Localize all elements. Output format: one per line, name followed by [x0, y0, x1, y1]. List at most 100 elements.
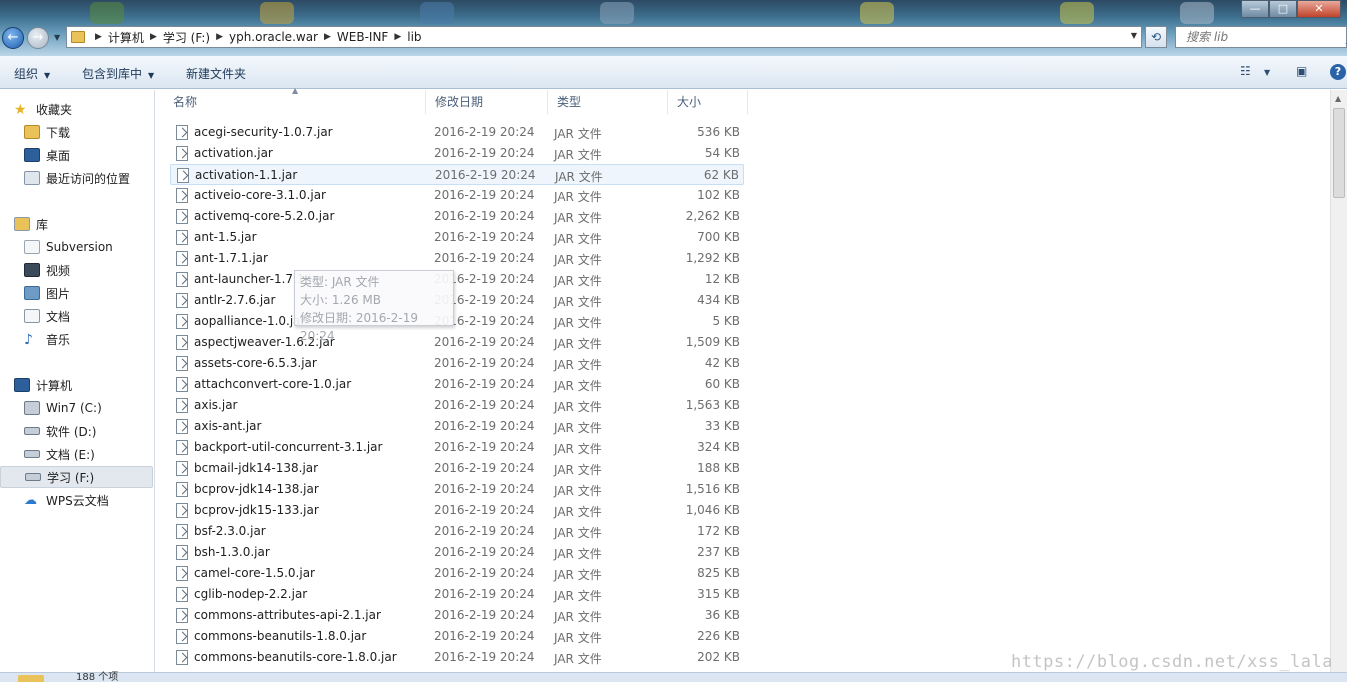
breadcrumb-item[interactable]: lib [407, 30, 421, 44]
file-row[interactable]: aopalliance-1.0.jar 2016-2-19 20:24 JAR 文件… [170, 311, 744, 332]
file-row[interactable]: bcprov-jdk15-133.jar 2016-2-19 20:24 JAR 文… [170, 500, 744, 521]
refresh-button[interactable]: ⟲ [1145, 26, 1167, 48]
forward-button[interactable]: → [27, 27, 49, 49]
file-row[interactable]: ant-1.7.1.jar 2016-2-19 20:24 JAR 文件 1,292 … [170, 248, 744, 269]
recent-pages-dropdown[interactable]: ▼ [54, 33, 64, 42]
column-header-type[interactable]: 类型 [548, 90, 668, 114]
breadcrumb-item[interactable]: yph.oracle.war [229, 30, 318, 44]
column-header-name[interactable]: 名称 [164, 90, 426, 114]
file-row[interactable]: antlr-2.7.6.jar 2016-2-19 20:24 JAR 文件 434 … [170, 290, 744, 311]
nav-item-music[interactable]: ♪ 音乐 [24, 328, 153, 350]
breadcrumb-item[interactable]: 学习 (F:) [163, 29, 210, 46]
nav-item-subversion[interactable]: Subversion [24, 236, 153, 258]
chevron-right-icon[interactable]: ▶ [216, 32, 223, 42]
nav-item-downloads[interactable]: 下载 [24, 121, 153, 143]
nav-item-wps-cloud[interactable]: ☁ WPS云文档 [24, 489, 153, 511]
view-options-icon[interactable]: ☷ [1240, 64, 1256, 78]
library-icon [14, 217, 30, 231]
nav-item-drive-f[interactable]: 学习 (F:) [0, 466, 153, 488]
file-row[interactable]: camel-core-1.5.0.jar 2016-2-19 20:24 JAR 文… [170, 563, 744, 584]
nav-libraries[interactable]: 库 [14, 213, 153, 235]
nav-item-drive-c[interactable]: Win7 (C:) [24, 397, 153, 419]
file-row[interactable]: backport-util-concurrent-3.1.jar 2016-2-1… [170, 437, 744, 458]
preview-pane-icon[interactable]: ▣ [1296, 64, 1312, 78]
nav-label: Win7 (C:) [46, 401, 102, 415]
file-row[interactable]: axis-ant.jar 2016-2-19 20:24 JAR 文件 33 KB [170, 416, 744, 437]
document-library-icon [24, 240, 40, 254]
file-row[interactable]: ant-1.5.jar 2016-2-19 20:24 JAR 文件 700 KB [170, 227, 744, 248]
file-row[interactable]: attachconvert-core-1.0.jar 2016-2-19 20:2… [170, 374, 744, 395]
chevron-right-icon[interactable]: ▶ [150, 32, 157, 42]
file-row[interactable]: cglib-nodep-2.2.jar 2016-2-19 20:24 JAR 文件… [170, 584, 744, 605]
organize-button[interactable]: 组织 ▼ [14, 65, 50, 82]
file-name: cglib-nodep-2.2.jar [194, 587, 308, 601]
nav-label: 桌面 [46, 148, 71, 163]
file-size: 188 KB [697, 461, 740, 475]
include-library-button[interactable]: 包含到库中 ▼ [82, 65, 154, 82]
file-row[interactable]: bcmail-jdk14-138.jar 2016-2-19 20:24 JAR 文… [170, 458, 744, 479]
minimize-button[interactable]: — [1241, 0, 1269, 18]
close-button[interactable]: ✕ [1297, 0, 1341, 18]
file-size: 5 KB [712, 314, 740, 328]
new-folder-button[interactable]: 新建文件夹 [186, 65, 246, 82]
breadcrumb-item[interactable]: 计算机 [108, 29, 144, 46]
vertical-scrollbar[interactable]: ▲ [1330, 90, 1347, 672]
file-row[interactable]: bsf-2.3.0.jar 2016-2-19 20:24 JAR 文件 172 KB [170, 521, 744, 542]
file-name: bcprov-jdk15-133.jar [194, 503, 319, 517]
file-row[interactable]: activation.jar 2016-2-19 20:24 JAR 文件 54 KB [170, 143, 744, 164]
chevron-right-icon[interactable]: ▶ [394, 32, 401, 42]
file-row[interactable]: activemq-core-5.2.0.jar 2016-2-19 20:24 JA… [170, 206, 744, 227]
file-row[interactable]: bsh-1.3.0.jar 2016-2-19 20:24 JAR 文件 237 KB [170, 542, 744, 563]
file-date: 2016-2-19 20:24 [434, 608, 535, 622]
file-row[interactable]: commons-beanutils-1.8.0.jar 2016-2-19 20:… [170, 626, 744, 647]
nav-computer[interactable]: 计算机 [14, 374, 153, 396]
file-date: 2016-2-19 20:24 [434, 356, 535, 370]
window-controls: — □ ✕ [1241, 0, 1341, 18]
file-row[interactable]: commons-attributes-api-2.1.jar 2016-2-19 … [170, 605, 744, 626]
nav-item-pictures[interactable]: 图片 [24, 282, 153, 304]
file-type: JAR 文件 [554, 358, 602, 372]
file-row[interactable]: acegi-security-1.0.7.jar 2016-2-19 20:24 J… [170, 122, 744, 143]
file-row[interactable]: commons-beanutils-core-1.8.0.jar 2016-2-1… [170, 647, 744, 668]
nav-item-drive-e[interactable]: 文档 (E:) [24, 443, 153, 465]
item-count: 188 个项 [76, 672, 119, 682]
nav-item-videos[interactable]: 视频 [24, 259, 153, 281]
chevron-down-icon[interactable]: ▼ [1131, 31, 1137, 40]
file-row[interactable]: ant-launcher-1.7.1.jar 2016-2-19 20:24 JAR… [170, 269, 744, 290]
nav-label: 学习 (F:) [47, 470, 95, 485]
drive-icon [25, 473, 41, 481]
nav-item-recent-places[interactable]: 最近访问的位置 [24, 167, 153, 189]
file-row[interactable]: assets-core-6.5.3.jar 2016-2-19 20:24 JAR … [170, 353, 744, 374]
jar-file-icon [176, 503, 188, 518]
chevron-right-icon[interactable]: ▶ [324, 32, 331, 42]
maximize-button[interactable]: □ [1269, 0, 1297, 18]
file-row[interactable]: aspectjweaver-1.6.2.jar 2016-2-19 20:24 JA… [170, 332, 744, 353]
file-size: 324 KB [697, 440, 740, 454]
column-header-date[interactable]: 修改日期 [426, 90, 548, 114]
file-type: JAR 文件 [554, 547, 602, 561]
nav-item-documents[interactable]: 文档 [24, 305, 153, 327]
search-input[interactable] [1186, 27, 1336, 47]
file-row[interactable]: activeio-core-3.1.0.jar 2016-2-19 20:24 JA… [170, 185, 744, 206]
file-tooltip: 类型: JAR 文件 大小: 1.26 MB 修改日期: 2016-2-19 2… [294, 270, 454, 343]
address-bar[interactable]: ▶ 计算机 ▶ 学习 (F:) ▶ yph.oracle.war ▶ WEB-I… [66, 26, 1142, 48]
file-row[interactable]: axis.jar 2016-2-19 20:24 JAR 文件 1,563 KB [170, 395, 744, 416]
nav-item-drive-d[interactable]: 软件 (D:) [24, 420, 153, 442]
scrollbar-thumb[interactable] [1333, 108, 1345, 198]
scroll-up-icon[interactable]: ▲ [1335, 94, 1341, 103]
nav-item-desktop[interactable]: 桌面 [24, 144, 153, 166]
chevron-down-icon[interactable]: ▼ [1264, 68, 1280, 82]
new-folder-label: 新建文件夹 [186, 67, 247, 81]
help-icon[interactable]: ? [1330, 64, 1346, 80]
tooltip-size: 大小: 1.26 MB [300, 293, 381, 307]
file-row[interactable]: bcprov-jdk14-138.jar 2016-2-19 20:24 JAR 文… [170, 479, 744, 500]
search-box[interactable]: ⌕ [1175, 26, 1347, 48]
breadcrumb-item[interactable]: WEB-INF [337, 30, 388, 44]
column-header-size[interactable]: 大小 [668, 90, 748, 114]
nav-favorites[interactable]: ★ 收藏夹 [14, 98, 153, 120]
chevron-right-icon[interactable]: ▶ [95, 32, 102, 42]
file-row[interactable]: activation-1.1.jar 2016-2-19 20:24 JAR 文件 6… [170, 164, 744, 185]
file-name: axis.jar [194, 398, 238, 412]
back-button[interactable]: ← [2, 27, 24, 49]
file-type: JAR 文件 [554, 631, 602, 645]
